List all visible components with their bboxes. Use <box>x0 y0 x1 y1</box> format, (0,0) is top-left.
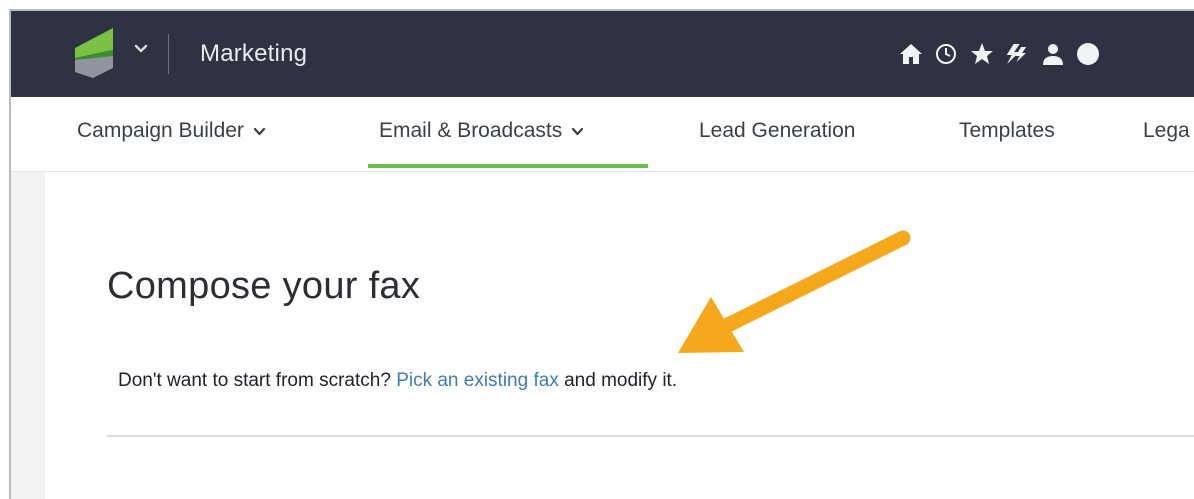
nav-templates-label: Templates <box>959 119 1055 142</box>
helper-suffix: and modify it. <box>564 370 678 391</box>
nav-campaign-builder-label: Campaign Builder <box>77 119 244 142</box>
clock-icon[interactable] <box>931 37 961 71</box>
brand-logo[interactable] <box>75 28 113 78</box>
app-window: Marketing Campaign Builder Email & Broad… <box>9 9 1194 499</box>
helper-text: Don't want to start from scratch? Pick a… <box>118 370 677 392</box>
section-nav: Campaign Builder Email & Broadcasts Lead… <box>11 97 1194 172</box>
nav-legal-label: Lega <box>1143 119 1190 142</box>
nav-email-broadcasts[interactable]: Email & Broadcasts <box>379 119 584 143</box>
nav-legal[interactable]: Lega <box>1143 119 1190 143</box>
app-title: Marketing <box>200 40 308 67</box>
nav-email-broadcasts-label: Email & Broadcasts <box>379 119 563 142</box>
helper-prefix: Don't want to start from scratch? <box>118 370 391 391</box>
chevron-down-icon <box>253 119 266 143</box>
user-icon[interactable] <box>1038 37 1068 71</box>
section-divider <box>107 435 1194 437</box>
chevron-down-icon <box>571 119 584 143</box>
active-tab-indicator <box>368 164 648 168</box>
nav-campaign-builder[interactable]: Campaign Builder <box>77 119 266 143</box>
left-rail <box>11 172 45 499</box>
pick-existing-fax-link[interactable]: Pick an existing fax <box>396 370 559 391</box>
home-icon[interactable] <box>896 37 926 71</box>
nav-lead-generation-label: Lead Generation <box>699 119 856 142</box>
star-icon[interactable] <box>967 37 997 71</box>
nav-templates[interactable]: Templates <box>959 119 1055 143</box>
app-switcher-chevron-icon[interactable] <box>133 41 149 57</box>
lightning-icon[interactable] <box>1002 37 1032 71</box>
header-divider <box>168 34 169 74</box>
page-title: Compose your fax <box>107 265 421 307</box>
top-bar: Marketing <box>11 11 1194 97</box>
help-icon[interactable] <box>1073 37 1103 71</box>
nav-lead-generation[interactable]: Lead Generation <box>699 119 855 143</box>
